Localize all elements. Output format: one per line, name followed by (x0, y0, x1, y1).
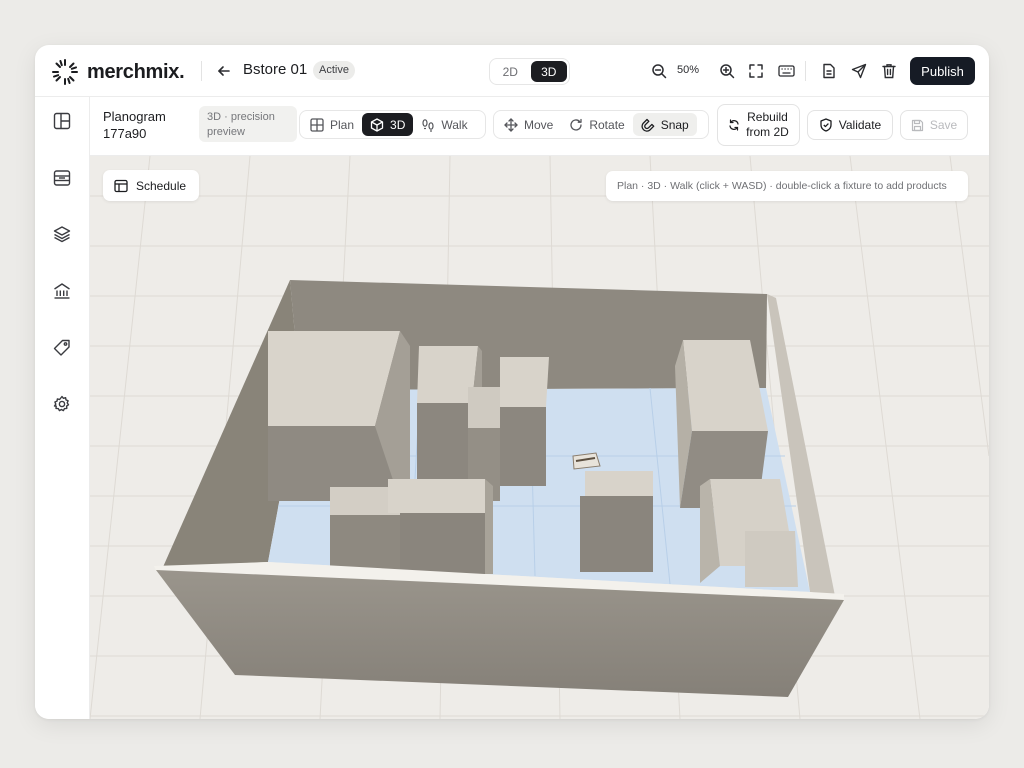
delete-button[interactable] (876, 58, 902, 84)
top-bar: merchmix. Bstore 01 Active 2D 3D 50% Pub… (35, 45, 989, 97)
sidebar-item-tags[interactable] (51, 337, 73, 359)
plan-view-button[interactable]: Plan (302, 113, 362, 136)
sidebar-item-layout[interactable] (51, 110, 73, 132)
keyboard-icon (777, 65, 795, 77)
rebuild-label-line2: from 2D (746, 125, 789, 139)
3d-view-button[interactable]: 3D (362, 113, 414, 136)
logo-burst-icon (52, 59, 78, 85)
rotate-tool-label: Rotate (589, 117, 625, 132)
planogram-id: 177a90 (103, 126, 147, 141)
zoom-level: 50% (677, 64, 700, 76)
move-tool-button[interactable]: Move (496, 113, 561, 136)
sidebar-item-layers[interactable] (51, 223, 73, 245)
planogram-title-block: Planogram 177a90 (103, 108, 166, 142)
send-button[interactable] (846, 58, 872, 84)
rebuild-label-line1: Rebuild (747, 110, 788, 124)
schedule-icon (114, 179, 128, 192)
walk-view-button[interactable]: Walk (413, 113, 475, 136)
status-badge: Active (313, 61, 355, 80)
tag-icon (53, 339, 70, 356)
document-button[interactable] (816, 58, 842, 84)
fixtures-icon (53, 170, 71, 186)
publish-button[interactable]: Publish (910, 57, 975, 85)
schedule-button[interactable]: Schedule (103, 170, 199, 201)
3d-viewport[interactable]: Schedule Plan · 3D · Walk (click + WASD)… (90, 156, 989, 719)
view-tools-group: Plan 3D Walk (299, 110, 486, 139)
viewport-hint: Plan · 3D · Walk (click + WASD) · double… (606, 171, 968, 201)
save-label: Save (929, 118, 958, 132)
move-icon (504, 117, 518, 132)
view-mode-toggle: 2D 3D (489, 58, 570, 85)
trash-icon (882, 64, 896, 79)
rebuild-label: Rebuild from 2D (746, 110, 789, 140)
plan-view-label: Plan (330, 117, 355, 132)
rotate-tool-button[interactable]: Rotate (561, 113, 632, 136)
document-icon (823, 63, 835, 79)
store-3d-scene[interactable] (90, 156, 989, 719)
planogram-toolbar: Planogram 177a90 3D · precision preview … (90, 97, 989, 156)
grid-icon (310, 117, 324, 132)
magnet-icon (641, 118, 655, 132)
send-icon (851, 63, 867, 79)
app-window: merchmix. Bstore 01 Active 2D 3D 50% Pub… (35, 45, 989, 719)
shield-check-icon (820, 118, 832, 132)
zoom-in-icon (720, 64, 735, 79)
back-button[interactable] (211, 58, 237, 84)
brand-name: merchmix. (87, 60, 185, 83)
sidebar-item-store[interactable] (51, 280, 73, 302)
layout-icon (53, 112, 71, 130)
validate-label: Validate (838, 118, 882, 132)
footprints-icon (422, 118, 434, 132)
zoom-out-icon (652, 64, 667, 79)
fullscreen-button[interactable] (743, 58, 769, 84)
sidebar (35, 97, 90, 719)
fullscreen-icon (749, 64, 763, 78)
fixture-tall-left[interactable] (268, 331, 410, 501)
store-name: Bstore 01 (243, 61, 308, 78)
sidebar-item-fixtures[interactable] (51, 167, 73, 189)
precision-tag-line2: preview (207, 126, 245, 138)
refresh-icon (729, 119, 739, 131)
settings-icon (53, 395, 70, 412)
arrow-left-icon (218, 66, 230, 76)
keyboard-shortcuts-button[interactable] (773, 58, 799, 84)
validate-button[interactable]: Validate (807, 110, 893, 140)
product-on-floor[interactable] (572, 452, 601, 470)
snap-tool-label: Snap (660, 117, 689, 132)
planogram-title: Planogram (103, 109, 166, 124)
save-icon (911, 119, 923, 131)
zoom-in-button[interactable] (714, 58, 740, 84)
save-button[interactable]: Save (900, 110, 968, 140)
divider (201, 61, 202, 81)
fixture-mid-front[interactable] (330, 479, 493, 574)
layers-icon (53, 226, 71, 243)
rebuild-from-2d-button[interactable]: Rebuild from 2D (717, 104, 800, 146)
view-mode-3d[interactable]: 3D (530, 61, 567, 82)
divider (805, 61, 806, 81)
precision-preview-tag: 3D · precision preview (199, 106, 297, 142)
3d-view-label: 3D (390, 117, 406, 132)
precision-tag-line1: 3D · precision (207, 111, 275, 123)
move-tool-label: Move (524, 117, 554, 132)
brand-logo[interactable]: merchmix. (51, 58, 185, 86)
walk-view-label: Walk (441, 117, 468, 132)
rotate-icon (570, 118, 582, 131)
cube-icon (370, 117, 384, 132)
edit-tools-group: Move Rotate Snap (493, 110, 709, 139)
store-icon (54, 283, 70, 299)
sidebar-item-settings[interactable] (51, 393, 73, 415)
view-mode-2d[interactable]: 2D (492, 61, 529, 82)
zoom-out-button[interactable] (646, 58, 672, 84)
snap-tool-button[interactable]: Snap (632, 113, 697, 136)
fixture-center-small[interactable] (580, 471, 653, 572)
schedule-label: Schedule (136, 178, 187, 193)
